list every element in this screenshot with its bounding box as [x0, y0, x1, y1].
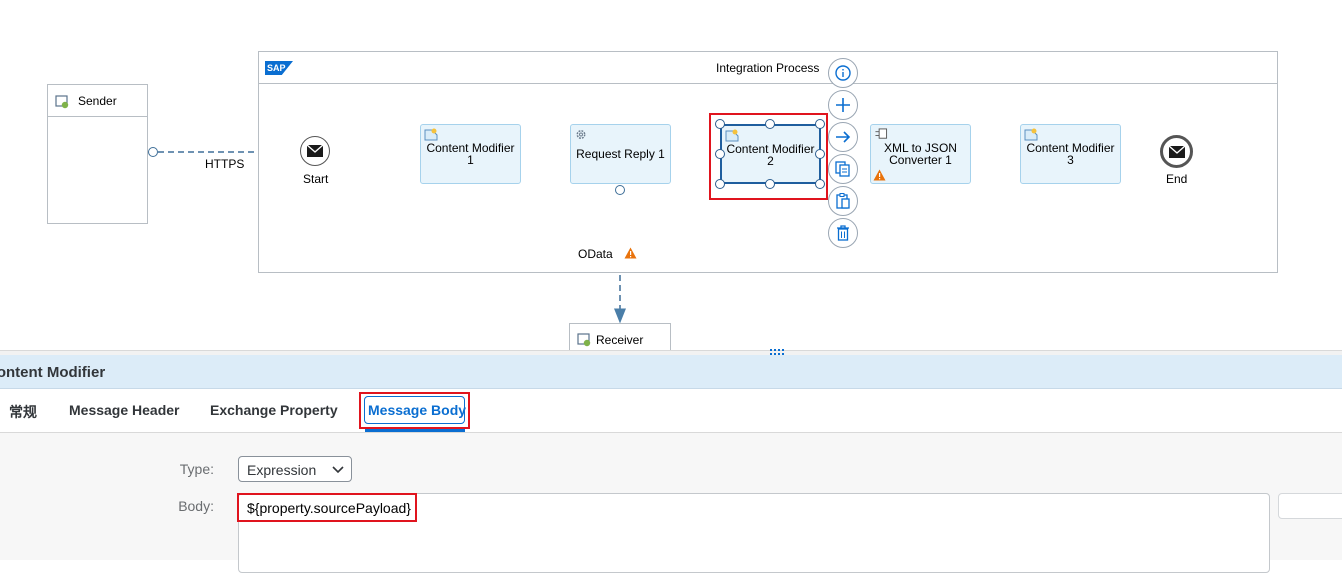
warning-icon — [873, 169, 886, 181]
step-label: Content Modifier 3 — [1026, 141, 1115, 167]
tab-message-header[interactable]: Message Header — [69, 402, 180, 418]
body-label: Body: — [178, 498, 214, 514]
participant-icon — [55, 95, 69, 109]
panel-title: Content Modifier — [0, 364, 106, 381]
content-modifier-icon — [1024, 128, 1038, 141]
gear-icon — [576, 130, 586, 139]
envelope-icon — [307, 145, 323, 157]
request-reply-1-step[interactable]: Request Reply 1 — [570, 124, 671, 184]
tab-exchange-property[interactable]: Exchange Property — [210, 402, 338, 418]
receiver-label: Receiver — [596, 333, 644, 347]
type-select[interactable]: Expression — [238, 456, 352, 482]
type-selected-value: Expression — [247, 462, 317, 478]
add-icon — [836, 98, 850, 112]
content-modifier-icon — [424, 128, 438, 141]
content-modifier-1-step[interactable]: Content Modifier 1 — [420, 124, 521, 184]
participant-icon — [577, 333, 591, 347]
add-button[interactable] — [828, 90, 858, 120]
paste-button[interactable] — [828, 186, 858, 216]
type-label: Type: — [179, 461, 214, 477]
integration-flow-canvas[interactable]: Sender SAP Integration Process HTTPS Sta… — [0, 0, 1342, 352]
highlight-box — [359, 392, 470, 429]
paste-icon — [836, 193, 850, 209]
envelope-icon — [1168, 145, 1185, 158]
connect-button[interactable] — [828, 122, 858, 152]
integration-process-header: SAP Integration Process — [259, 52, 1277, 84]
https-label: HTTPS — [205, 157, 245, 171]
delete-button[interactable] — [828, 218, 858, 248]
connection-point[interactable] — [148, 147, 158, 157]
info-icon — [835, 65, 851, 81]
step-label: Request Reply 1 — [576, 147, 665, 161]
property-panel-header: Content Modifier — [0, 355, 1342, 389]
odata-label: OData — [578, 247, 613, 261]
copy-button[interactable] — [828, 154, 858, 184]
delete-icon — [837, 225, 849, 241]
step-label: XML to JSON Converter 1 — [884, 141, 957, 167]
start-label: Start — [303, 172, 329, 186]
end-event[interactable] — [1160, 135, 1193, 168]
step-label: Content Modifier 1 — [426, 141, 515, 167]
active-tab-indicator — [365, 429, 465, 432]
xml-to-json-converter-1-step[interactable]: XML to JSON Converter 1 — [870, 124, 971, 184]
sender-label: Sender — [78, 94, 117, 108]
connection-point[interactable] — [615, 185, 625, 195]
body-side-input[interactable] — [1278, 493, 1342, 519]
connect-arrow-icon — [836, 131, 851, 143]
start-event[interactable] — [300, 136, 330, 166]
warning-icon[interactable] — [624, 247, 637, 259]
info-button[interactable] — [828, 58, 858, 88]
pool-title: Integration Process — [716, 61, 820, 75]
content-modifier-3-step[interactable]: Content Modifier 3 — [1020, 124, 1121, 184]
converter-icon — [875, 128, 888, 139]
copy-icon — [835, 161, 850, 177]
highlight-box — [709, 113, 828, 200]
receiver-participant[interactable]: Receiver — [569, 323, 671, 352]
tab-general[interactable]: 常规 — [9, 402, 37, 422]
property-tabs: 常规 Message Header Exchange Property Mess… — [0, 389, 1342, 433]
sender-participant[interactable]: Sender — [47, 84, 148, 224]
highlight-box — [237, 493, 417, 522]
chevron-down-icon — [332, 466, 344, 474]
sap-logo: SAP — [265, 61, 293, 75]
end-label: End — [1166, 172, 1188, 186]
